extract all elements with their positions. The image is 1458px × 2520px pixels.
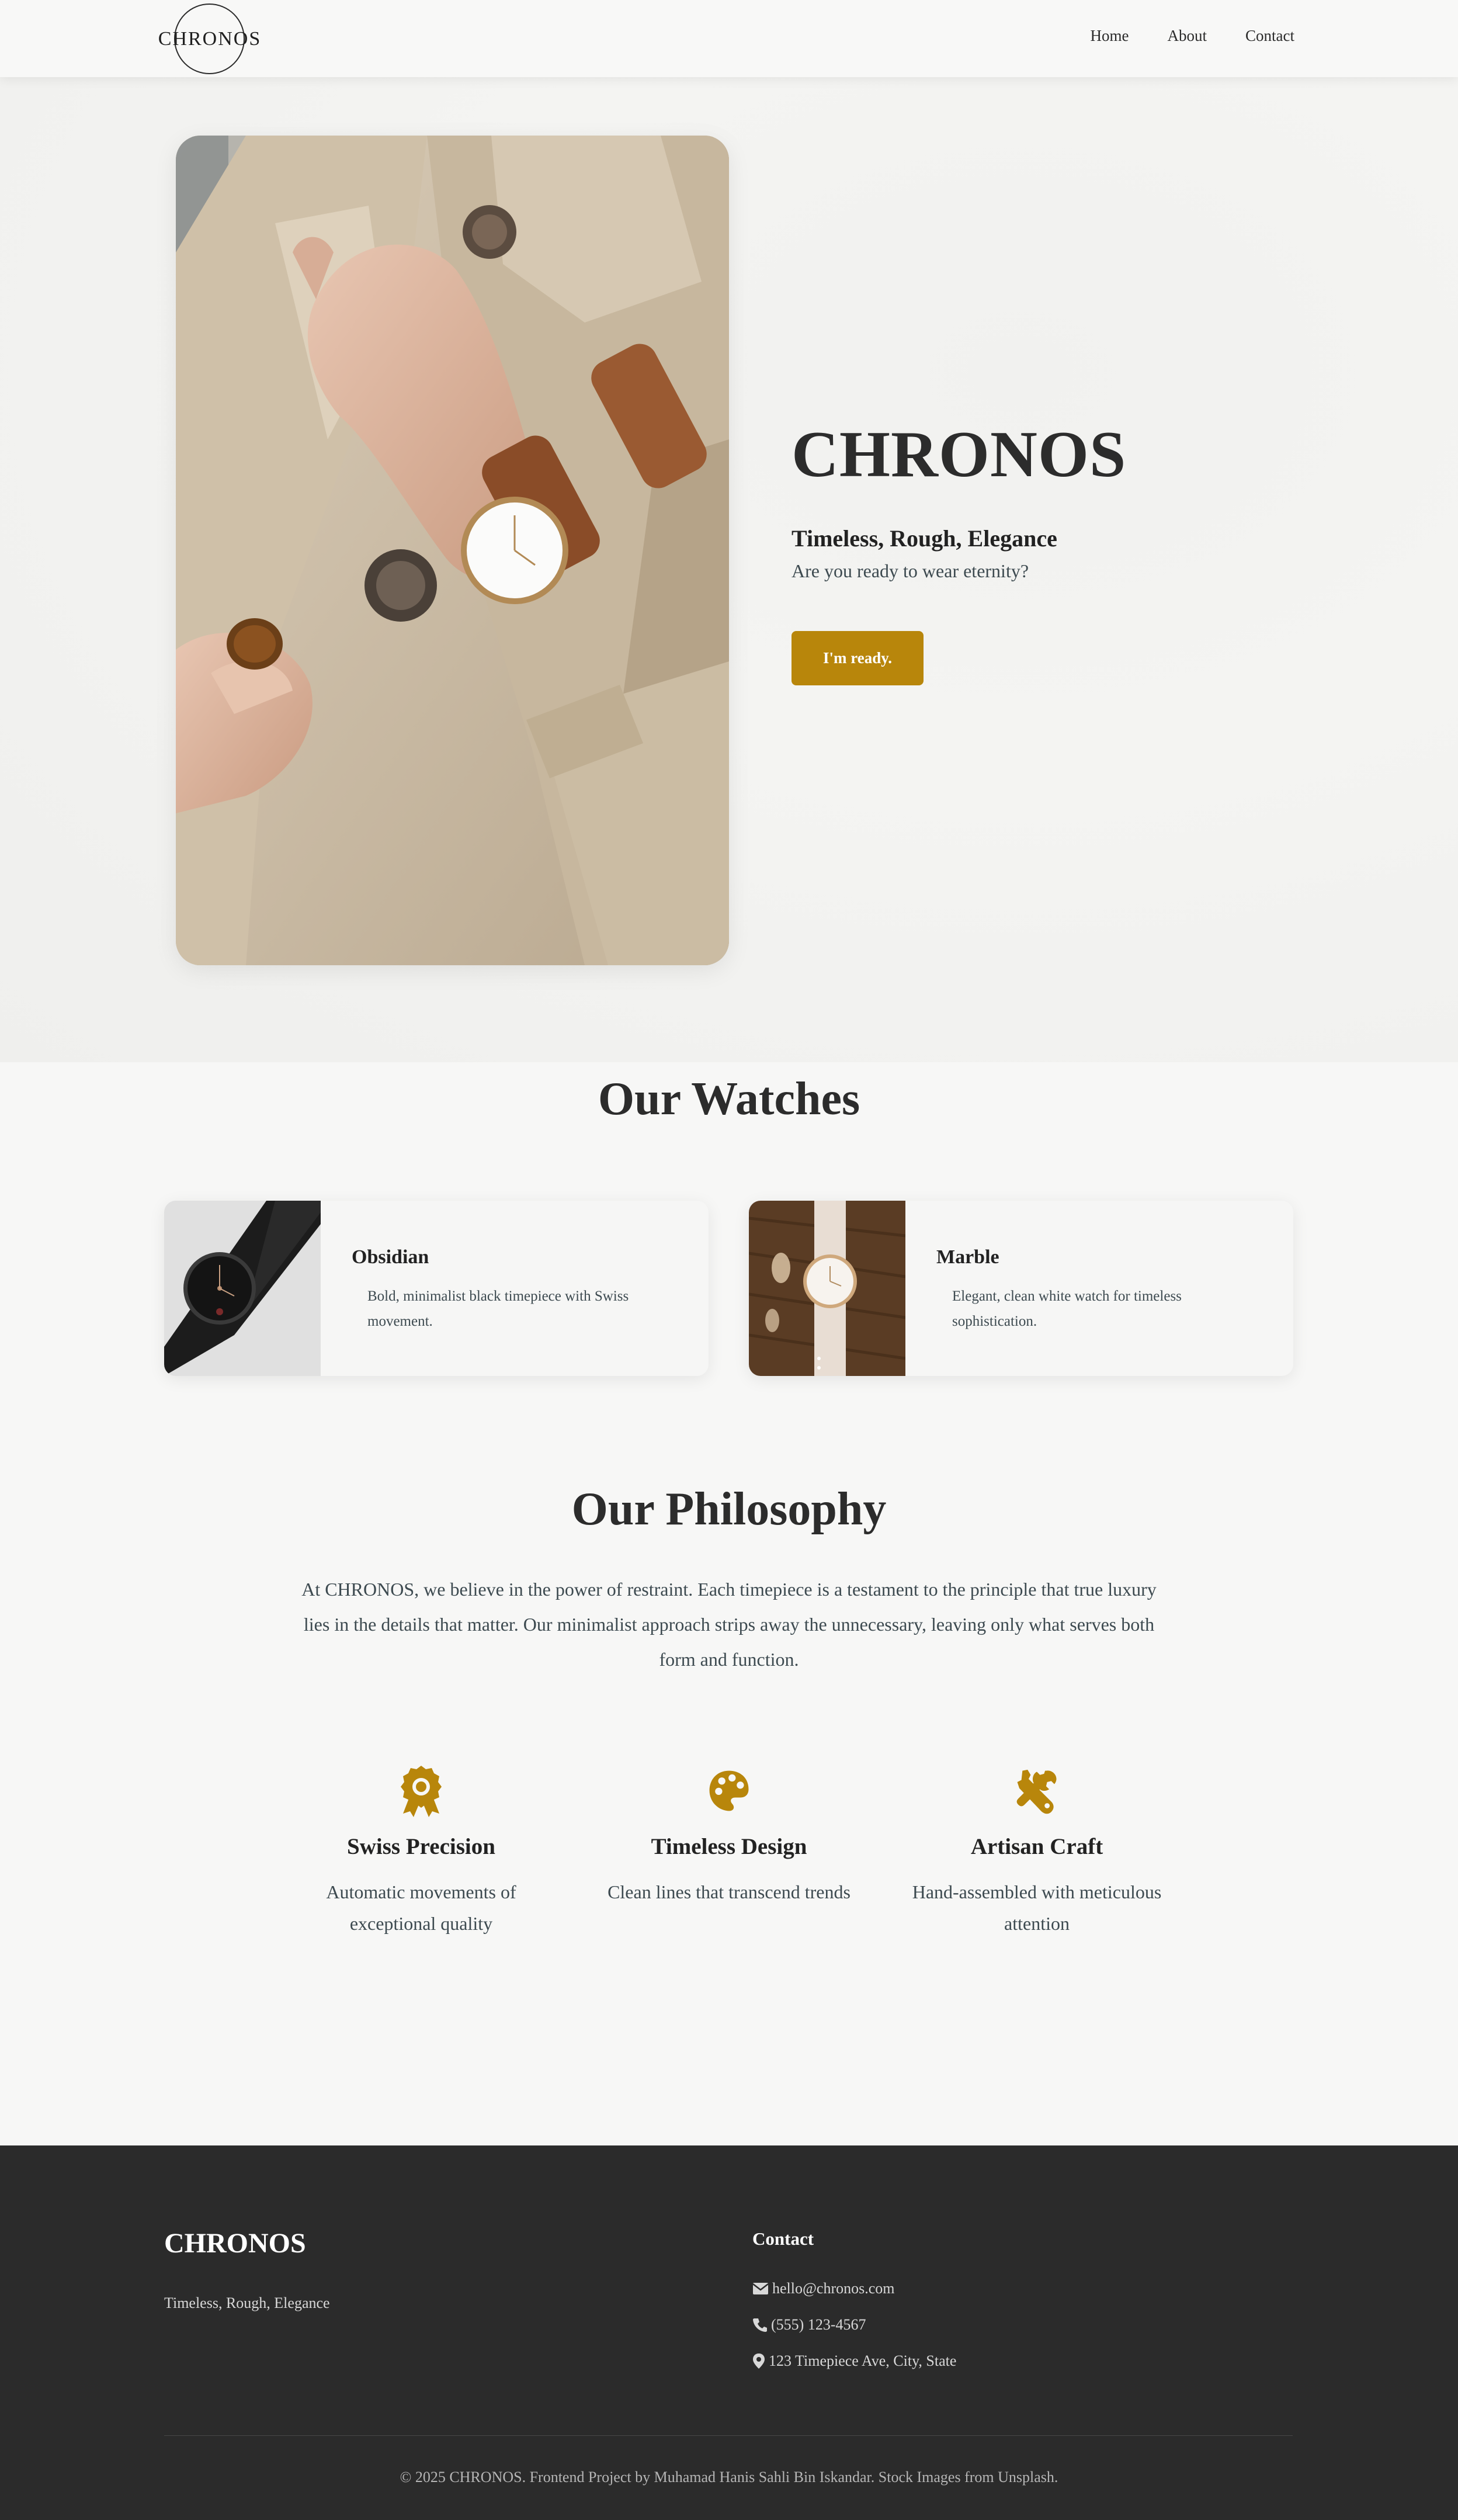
hero-tagline: Timeless, Rough, Elegance — [792, 525, 1057, 552]
phone-icon — [753, 2318, 767, 2332]
hero-image — [176, 136, 729, 965]
footer-brand: CHRONOS — [164, 2228, 306, 2259]
watch-card-obsidian[interactable]: Obsidian Bold, minimalist black timepiec… — [164, 1201, 709, 1376]
tools-icon — [1016, 1769, 1057, 1814]
hero-title: CHRONOS — [792, 418, 1127, 491]
im-ready-button[interactable]: I'm ready. — [792, 631, 924, 685]
nav-link-contact[interactable]: Contact — [1245, 27, 1294, 45]
contact-address-text: 123 Timepiece Ave, City, State — [769, 2352, 957, 2369]
contact-email-text: hello@chronos.com — [772, 2280, 895, 2297]
nav-link-home[interactable]: Home — [1091, 27, 1129, 45]
footer-tagline: Timeless, Rough, Elegance — [164, 2294, 330, 2311]
feature-title: Timeless Design — [651, 1834, 807, 1859]
footer-contact-title: Contact — [752, 2228, 814, 2249]
feature-description: Automatic movements of exceptional quali… — [326, 1881, 516, 1934]
philosophy-section-title: Our Philosophy — [571, 1483, 887, 1535]
watches-section-title: Our Watches — [598, 1073, 860, 1125]
black-watch-photo — [164, 1201, 321, 1376]
palette-icon — [709, 1770, 749, 1811]
nav-links: Home About Contact — [1052, 27, 1294, 45]
watch-image-obsidian — [164, 1201, 321, 1376]
envelope-icon — [752, 2283, 769, 2294]
logo-text: CHRONOS — [158, 27, 262, 50]
logo[interactable]: CHRONOS — [158, 4, 260, 74]
feature-description: Clean lines that transcend trends — [608, 1881, 850, 1902]
feature-description: Hand-assembled with meticulous attention — [912, 1881, 1162, 1934]
feature-timeless-design: Timeless Design Clean lines that transce… — [600, 1765, 858, 1908]
watch-name: Marble — [936, 1246, 999, 1268]
contact-address[interactable]: 123 Timepiece Ave, City, State — [752, 2352, 956, 2370]
award-icon — [401, 1766, 442, 1817]
feature-artisan-craft: Artisan Craft Hand-assembled with meticu… — [908, 1765, 1165, 1939]
watch-description: Elegant, clean white watch for timeless … — [952, 1288, 1182, 1329]
feature-swiss-precision: Swiss Precision Automatic movements of e… — [293, 1765, 550, 1939]
navbar: CHRONOS Home About Contact — [0, 0, 1458, 77]
watch-image-marble — [749, 1201, 906, 1376]
contact-phone[interactable]: (555) 123-4567 — [752, 2316, 866, 2334]
watch-on-wrist-photo — [176, 136, 729, 965]
watch-name: Obsidian — [352, 1246, 429, 1268]
footer-copyright: © 2025 CHRONOS. Frontend Project by Muha… — [400, 2469, 1058, 2486]
white-watch-photo — [749, 1201, 906, 1376]
map-marker-icon — [753, 2353, 765, 2369]
watch-description: Bold, minimalist black timepiece with Sw… — [367, 1288, 629, 1329]
feature-title: Swiss Precision — [347, 1834, 495, 1859]
contact-email[interactable]: hello@chronos.com — [752, 2280, 895, 2297]
footer: CHRONOS Timeless, Rough, Elegance Contac… — [0, 2145, 1458, 2520]
philosophy-text: At CHRONOS, we believe in the power of r… — [301, 1579, 1157, 1670]
hero-question: Are you ready to wear eternity? — [792, 560, 1029, 581]
contact-phone-text: (555) 123-4567 — [771, 2316, 866, 2333]
hero-section: CHRONOS Timeless, Rough, Elegance Are yo… — [0, 77, 1458, 1062]
hero-text: CHRONOS Timeless, Rough, Elegance Are yo… — [792, 422, 1317, 685]
footer-divider — [164, 2435, 1293, 2436]
watch-card-marble[interactable]: Marble Elegant, clean white watch for ti… — [749, 1201, 1293, 1376]
feature-title: Artisan Craft — [970, 1834, 1103, 1859]
nav-link-about[interactable]: About — [1168, 27, 1207, 45]
